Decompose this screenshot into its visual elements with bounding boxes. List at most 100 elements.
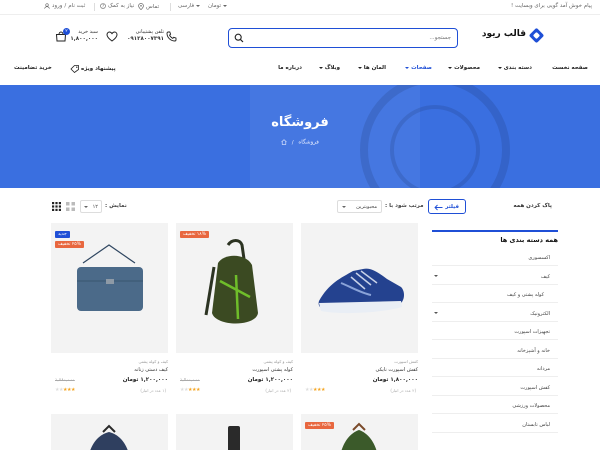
show-label: نمایش : [105,203,127,209]
category-label: تجهیزات اسپورت [514,329,550,335]
login-link[interactable]: ورود [52,3,62,9]
category-label: لباس تابستان [522,421,550,428]
main-nav: صفحه نخست دسته بندی محصولات صفحات المان … [0,60,600,78]
category-label: کفش اسپورت [520,384,550,391]
sidebar-category-item[interactable]: خانه و آشپزخانه [432,345,558,359]
product-card[interactable]: ۲۵% تخفیف [301,414,418,450]
sort-label: مرتب شود با : [385,203,424,209]
category-label: مردانه [536,366,550,372]
chevron-down-icon [196,5,201,7]
product-card[interactable]: ۱۸% تخفیف کیف و کوله پشتی کوله پشتی اسپورت… [176,223,293,403]
divider [94,3,95,11]
arrow-left-icon [434,204,443,211]
show-count-select[interactable]: ۱۲ [80,200,102,213]
sidebar-category-item[interactable]: الکترونیک [432,308,558,322]
search-icon[interactable] [234,33,244,43]
user-icon [44,3,50,9]
breadcrumb-separator: / [291,139,294,146]
product-name[interactable]: کیف دستی زنانه [51,367,168,373]
language-select[interactable]: فارسی [178,3,201,9]
sidebar-category-item[interactable]: لباس تابستان [432,419,558,433]
currency-label: تومان [208,3,222,9]
heart-icon[interactable] [106,31,118,42]
nav-categories[interactable]: دسته بندی [497,65,532,71]
star-icon: ★ [195,387,200,393]
product-card[interactable] [176,414,293,450]
sidebar-category-item[interactable]: تجهیزات اسپورت [432,326,558,340]
nav-blog[interactable]: وبلاگ [318,65,340,71]
star-icon: ★ [70,387,75,393]
divider [170,3,171,11]
category-label: خانه و آشپزخانه [517,347,550,354]
sort-value: محبوبترین [356,204,377,210]
nav-pages[interactable]: صفحات [405,65,432,71]
chevron-down-icon[interactable] [434,274,438,277]
cart-info[interactable]: سبد خرید ۱,۸۰۰,۰۰۰ [70,29,98,43]
location-pin-icon [138,3,144,10]
product-stock: (۲ عدد در انبار) [390,388,416,393]
product-label: ۲۵% تخفیف [305,422,335,429]
tag-icon [70,65,79,73]
support-label: تلفن پشتیبانی [135,29,164,35]
sort-select[interactable]: محبوبترین [337,200,382,213]
register-link[interactable]: ثبت نام [68,3,85,9]
chevron-down-icon[interactable] [434,311,438,314]
sidebar-category-item[interactable]: اکسسوری [432,252,558,266]
home-icon[interactable] [281,139,287,145]
sidebar-title: همه دسته بندی ها [500,236,558,244]
promo-text: پیام خوش آمد گویی برای وبسایت ! [511,3,592,9]
chevron-down-icon [448,67,453,69]
contact-label: تماس [146,3,160,10]
product-card[interactable]: جدید ۲۵% تخفیف کیف و کوله پشتی کیف دستی زنا… [51,223,168,403]
chevron-down-icon [223,5,228,7]
cart-total: ۱,۸۰۰,۰۰۰ [70,36,98,42]
nav-products[interactable]: محصولات [448,65,480,71]
nav-elements[interactable]: المان ها [357,65,386,71]
product-image[interactable] [301,223,418,353]
category-label: محصولات ورزشی [512,403,550,409]
nav-home[interactable]: صفحه نخست [552,65,588,71]
topbar-divider [0,14,600,15]
cart-label: سبد خرید [78,29,98,35]
category-label: اکسسوری [528,255,550,261]
product-card[interactable]: کفش اسپورت کفش اسپورت نایکی ۱,۸۰۰,۰۰۰ توما… [301,223,418,403]
bulk-buy-link[interactable]: خرید تضامینت [14,65,52,71]
breadcrumb: فروشگاه / [0,139,600,146]
help-link[interactable]: نیاز به کمک ? [100,3,134,9]
chevron-down-icon [405,67,410,69]
clear-all-link[interactable]: پاک کردن همه [513,203,552,209]
top-bar: پیام خوش آمد گویی برای وبسایت ! تومان فا… [0,0,600,14]
category-label: الکترونیک [530,310,550,317]
sidebar-category-item[interactable]: کیف [432,271,558,285]
grid-view-icon[interactable] [52,202,61,211]
rating-stars: ★★★★★ [55,387,75,393]
category-label: کیف [540,273,550,280]
phone-icon [166,31,177,42]
sidebar-category-item[interactable]: مردانه [432,363,558,377]
sidebar-accent-line [432,230,558,232]
product-name[interactable]: کفش اسپورت نایکی [301,367,419,373]
product-card[interactable] [51,414,168,450]
help-label: نیاز به کمک [108,3,135,9]
chevron-down-icon [84,206,88,208]
chevron-down-icon [497,67,502,69]
product-image[interactable] [176,223,293,353]
sidebar-category-item[interactable]: کوله پشتی و کیف [432,289,558,303]
support-info[interactable]: تلفن پشتیبانی ۰۹۱۲۸۰۰۷۳۹۱ [127,29,164,43]
sidebar-category-item[interactable]: کفش اسپورت [432,382,558,396]
product-name[interactable]: کوله پشتی اسپورت [176,367,293,373]
logo-icon[interactable] [528,27,545,44]
currency-select[interactable]: تومان [208,3,228,9]
contact-link[interactable]: تماس [138,3,159,10]
logo-text[interactable]: قالب ریود [480,29,526,39]
search-input[interactable] [261,32,451,44]
language-label: فارسی [178,3,195,9]
special-offers-link[interactable]: پیشنهاد ویژه [70,65,116,73]
filter-button[interactable]: فیلتر [428,199,466,214]
product-price: ۱,۸۰۰,۰۰۰ تومان [372,377,418,383]
chevron-down-icon [318,67,323,69]
sidebar-category-item[interactable]: محصولات ورزشی [432,400,558,414]
grid-view-4-icon[interactable] [66,202,75,211]
category-label: کوله پشتی و کیف [507,292,544,298]
nav-about[interactable]: درباره ما [278,65,302,71]
